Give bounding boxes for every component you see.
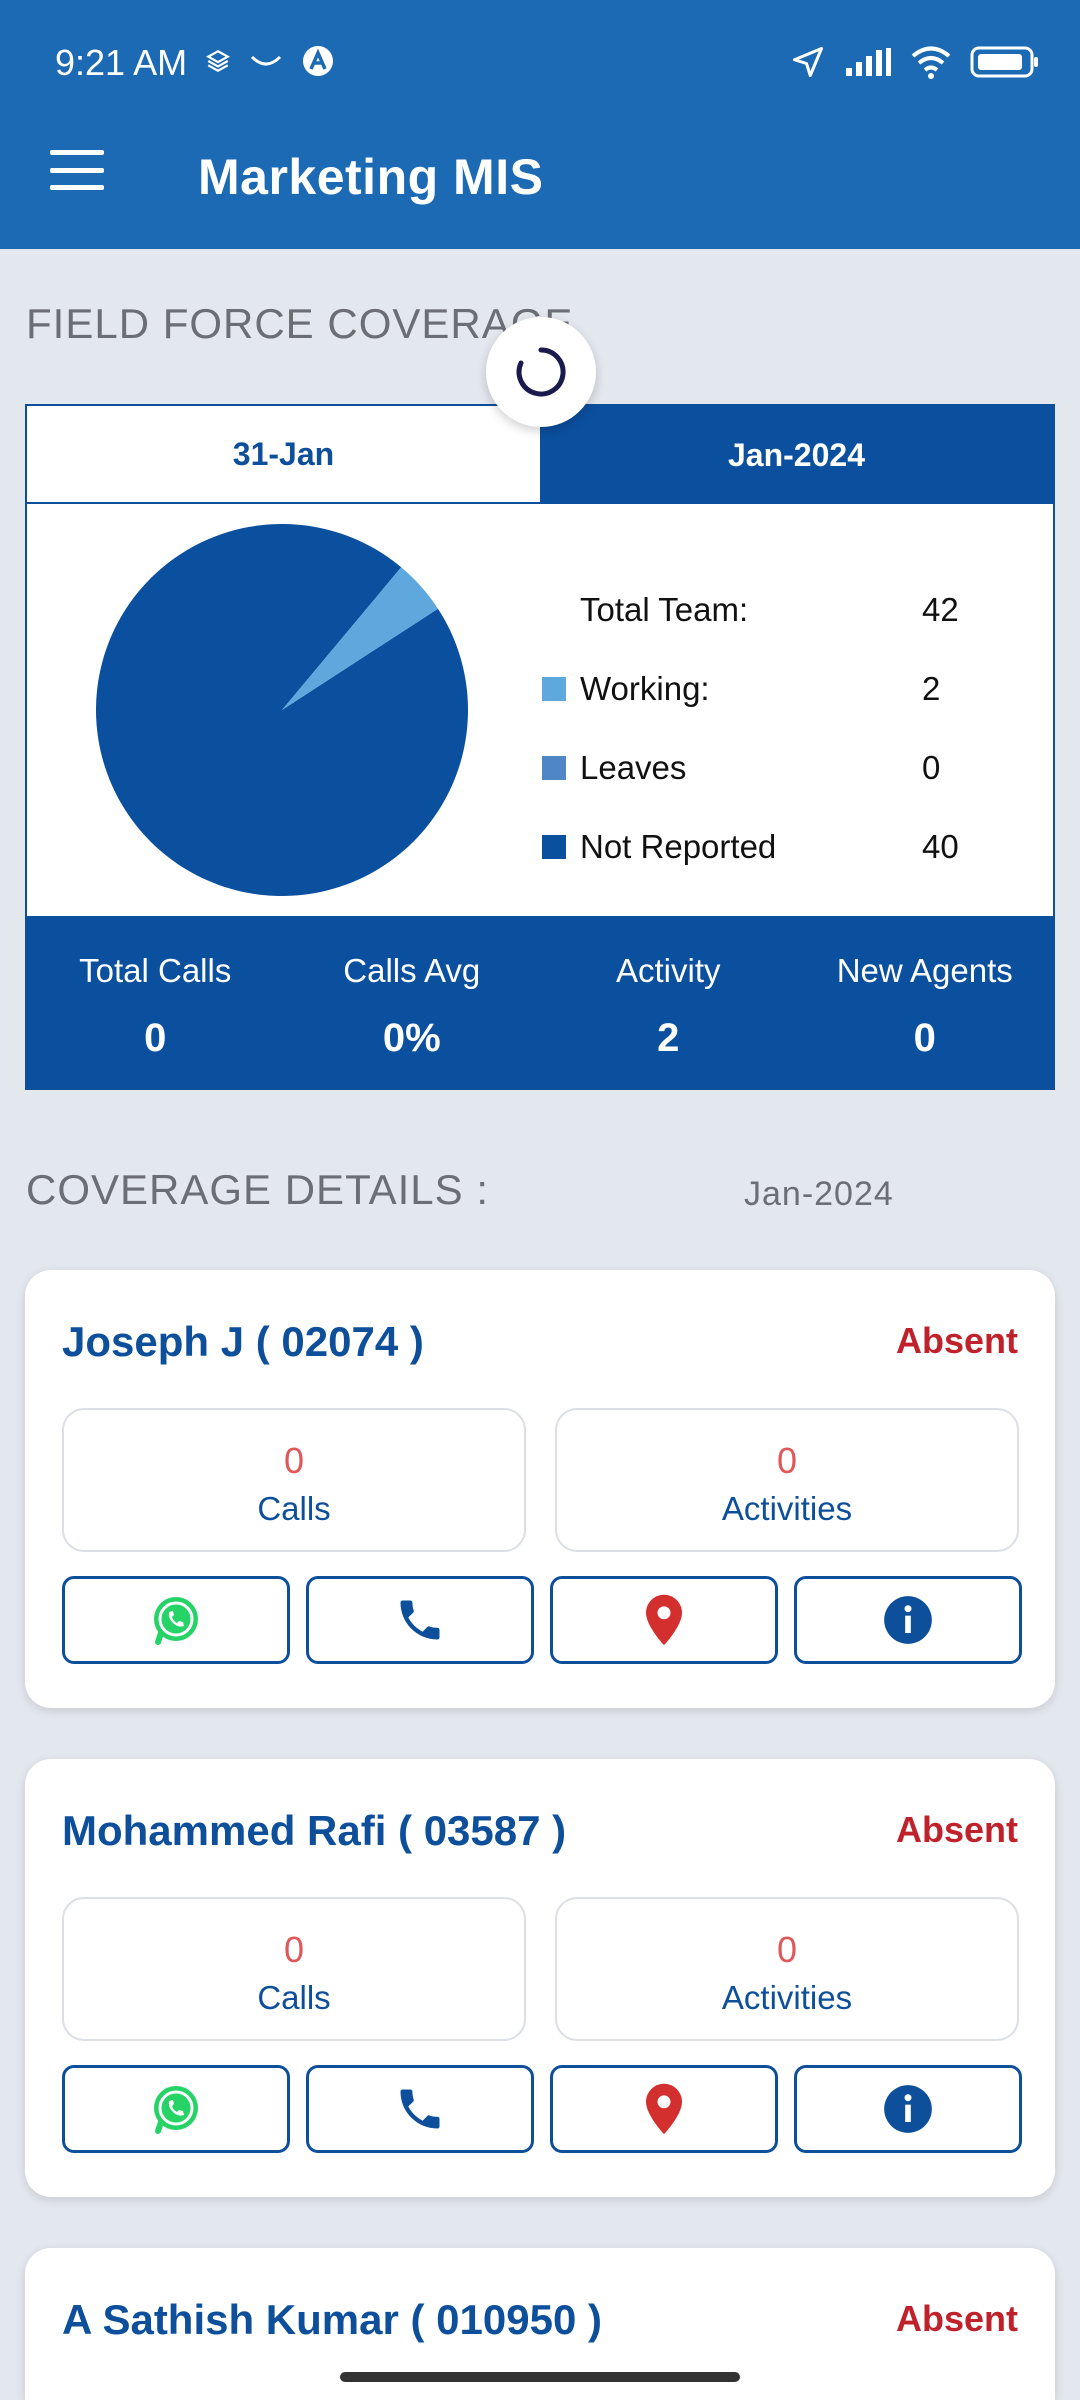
- activities-value: 0: [776, 1929, 798, 1970]
- legend-label: Working:: [580, 669, 710, 707]
- legend-label: Not Reported: [580, 827, 777, 865]
- stack-icon: [206, 50, 230, 72]
- info-button[interactable]: [794, 2065, 1022, 2153]
- menu-button[interactable]: [50, 150, 104, 190]
- location-arrow-icon: [793, 47, 823, 77]
- phone-icon: [400, 1600, 440, 1640]
- legend-row-total: Total Team: 42: [542, 570, 982, 649]
- call-button[interactable]: [306, 1576, 534, 1664]
- stat-total-calls: Total Calls 0: [27, 916, 284, 1088]
- legend-value: 40: [922, 827, 959, 865]
- status-right-icons: [790, 44, 1040, 80]
- tab-month[interactable]: Jan-2024: [540, 406, 1053, 504]
- legend-swatch-not-reported: [542, 834, 566, 859]
- stat-new-agents: New Agents 0: [797, 916, 1054, 1088]
- signal-icon: [846, 48, 891, 76]
- legend-row-leaves: Leaves 0: [542, 728, 982, 807]
- stat-label: Total Calls: [79, 952, 232, 989]
- whatsapp-button[interactable]: [62, 2065, 290, 2153]
- home-indicator[interactable]: [340, 2372, 740, 2382]
- legend-value: 2: [922, 669, 941, 707]
- stat-calls-avg: Calls Avg 0%: [284, 916, 541, 1088]
- legend-label: Total Team:: [580, 590, 749, 628]
- legend-swatch-leaves: [542, 755, 566, 780]
- stat-label: New Agents: [836, 952, 1013, 989]
- activities-label: Activities: [721, 1979, 853, 2016]
- field-force-card: 31-Jan Jan-2024 Total Team: 42 Working: …: [25, 404, 1055, 1090]
- agent-card: Joseph J ( 02074 ) Absent 0 Calls 0 Acti…: [25, 1270, 1055, 1708]
- agent-status: Absent: [895, 1320, 1018, 1361]
- agent-actions: [62, 2065, 1022, 2153]
- stat-value: 0: [144, 1016, 167, 1060]
- legend-swatch-none: [542, 598, 566, 622]
- whatsapp-button[interactable]: [62, 1576, 290, 1664]
- calls-value: 0: [283, 1929, 305, 1970]
- pie-chart: [96, 524, 468, 901]
- stat-value: 0%: [382, 1016, 441, 1060]
- calls-metric: 0 Calls: [62, 1408, 526, 1552]
- info-icon: [884, 1596, 932, 1644]
- wifi-icon: [911, 46, 951, 79]
- app-title: Marketing MIS: [198, 149, 544, 205]
- menu-line: [50, 185, 104, 190]
- activities-value: 0: [776, 1440, 798, 1481]
- location-pin-icon: [646, 2083, 682, 2135]
- a-badge-icon: [303, 46, 333, 76]
- menu-line: [50, 167, 104, 173]
- status-left-icons: [205, 44, 335, 78]
- activities-metric: 0 Activities: [555, 1408, 1019, 1552]
- calls-label: Calls: [257, 1490, 331, 1527]
- stats-bar: Total Calls 0 Calls Avg 0% Activity 2 Ne…: [27, 916, 1053, 1088]
- stat-label: Calls Avg: [343, 952, 481, 989]
- agent-name[interactable]: Mohammed Rafi ( 03587 ): [62, 1807, 566, 1855]
- legend-label: Leaves: [580, 748, 687, 786]
- calls-metric: 0 Calls: [62, 1897, 526, 2041]
- legend-value: 0: [922, 748, 941, 786]
- activities-label: Activities: [721, 1490, 853, 1527]
- stat-label: Activity: [615, 952, 721, 989]
- coverage-details-title: COVERAGE DETAILS :: [26, 1166, 489, 1213]
- location-button[interactable]: [550, 2065, 778, 2153]
- whatsapp-icon: [154, 1597, 198, 1645]
- legend-row-not-reported: Not Reported 40: [542, 807, 982, 886]
- stat-value: 2: [657, 1016, 680, 1060]
- stat-activity: Activity 2: [540, 916, 797, 1088]
- legend-value: 42: [922, 590, 959, 628]
- app-bar: 9:21 AM Marketing MIS: [0, 0, 1080, 249]
- agent-status: Absent: [895, 1809, 1018, 1850]
- phone-icon: [400, 2089, 440, 2129]
- agent-status: Absent: [895, 2298, 1018, 2339]
- info-button[interactable]: [794, 1576, 1022, 1664]
- whatsapp-icon: [154, 2086, 198, 2134]
- agent-actions: [62, 1576, 1022, 1664]
- team-legend: Total Team: 42 Working: 2 Leaves 0 Not R…: [542, 570, 982, 886]
- agent-card: Mohammed Rafi ( 03587 ) Absent 0 Calls 0…: [25, 1759, 1055, 2197]
- call-button[interactable]: [306, 2065, 534, 2153]
- calls-label: Calls: [257, 1979, 331, 2016]
- calls-value: 0: [283, 1440, 305, 1481]
- activities-metric: 0 Activities: [555, 1897, 1019, 2041]
- location-button[interactable]: [550, 1576, 778, 1664]
- legend-swatch-working: [542, 676, 566, 701]
- legend-row-working: Working: 2: [542, 649, 982, 728]
- spinner-icon: [516, 347, 566, 397]
- smile-icon: [250, 55, 282, 66]
- agent-name[interactable]: A Sathish Kumar ( 010950 ): [62, 2296, 602, 2344]
- field-force-title: FIELD FORCE COVERAGE: [26, 300, 574, 347]
- battery-icon: [970, 46, 1038, 78]
- stat-value: 0: [913, 1016, 936, 1060]
- menu-line: [50, 150, 104, 155]
- info-icon: [884, 2085, 932, 2133]
- coverage-month: Jan-2024: [744, 1175, 894, 1213]
- agent-name[interactable]: Joseph J ( 02074 ): [62, 1318, 424, 1366]
- location-pin-icon: [646, 1594, 682, 1646]
- status-time: 9:21 AM: [55, 42, 188, 83]
- loading-spinner: [486, 317, 596, 427]
